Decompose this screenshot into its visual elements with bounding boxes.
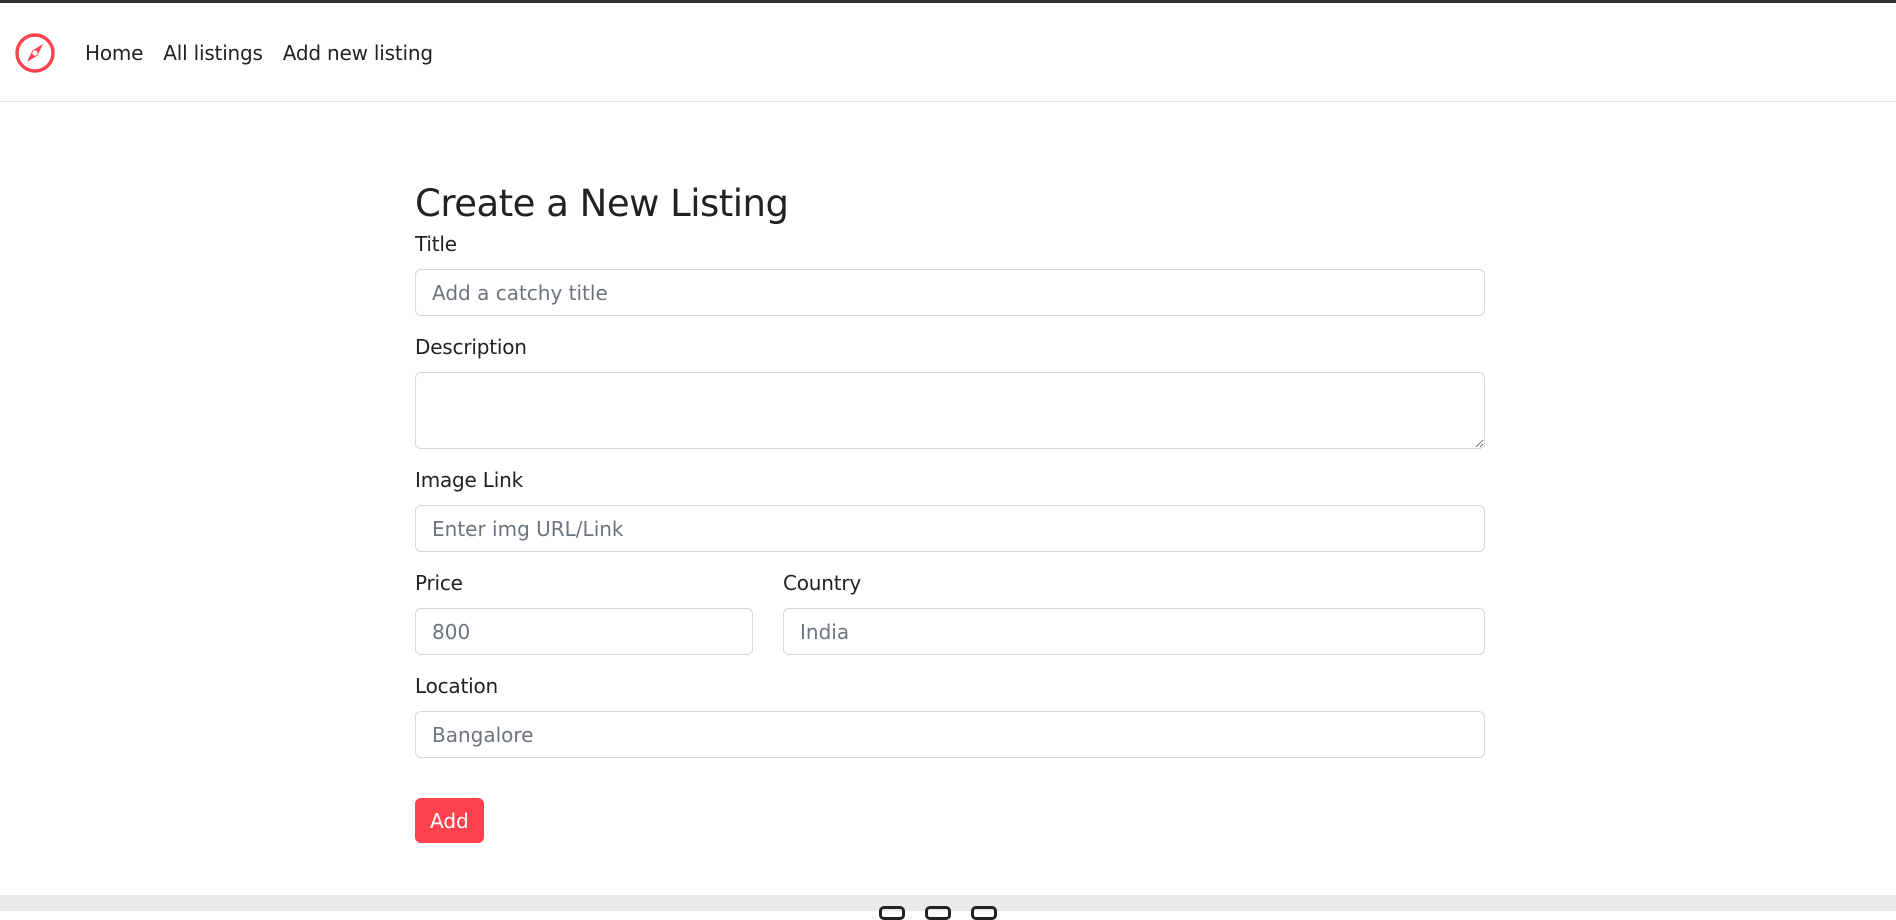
nav-home-link[interactable]: Home [85, 41, 143, 65]
price-country-row: Price Country [415, 571, 1485, 655]
add-button[interactable]: Add [415, 798, 484, 843]
nav-add-listing-link[interactable]: Add new listing [283, 41, 433, 65]
nav-all-listings-link[interactable]: All listings [163, 41, 263, 65]
instagram-icon[interactable] [925, 906, 951, 920]
compass-icon[interactable] [14, 32, 56, 74]
page-title: Create a New Listing [415, 182, 789, 225]
location-label: Location [415, 674, 498, 698]
price-input[interactable] [415, 608, 753, 655]
location-input[interactable] [415, 711, 1485, 758]
image-link-input[interactable] [415, 505, 1485, 552]
image-link-label: Image Link [415, 468, 523, 492]
image-link-field-group: Image Link [415, 468, 1485, 552]
title-input[interactable] [415, 269, 1485, 316]
title-label: Title [415, 232, 457, 256]
linkedin-icon[interactable] [971, 906, 997, 920]
footer-social-icons [879, 906, 1017, 920]
facebook-icon[interactable] [879, 906, 905, 920]
price-field-group: Price [415, 571, 753, 655]
footer [0, 895, 1896, 920]
country-field-group: Country [783, 571, 1485, 655]
price-label: Price [415, 571, 463, 595]
compass-icon-graphic [15, 33, 55, 73]
navbar: Home All listings Add new listing [0, 3, 1896, 102]
new-listing-form: Create a New Listing Title Description I… [415, 182, 1485, 843]
description-field-group: Description [415, 335, 1485, 449]
country-label: Country [783, 571, 862, 595]
country-input[interactable] [783, 608, 1485, 655]
description-textarea[interactable] [415, 372, 1485, 449]
title-field-group: Title [415, 232, 1485, 316]
location-field-group: Location [415, 674, 1485, 758]
nav-links: Home All listings Add new listing [85, 41, 453, 65]
description-label: Description [415, 335, 527, 359]
